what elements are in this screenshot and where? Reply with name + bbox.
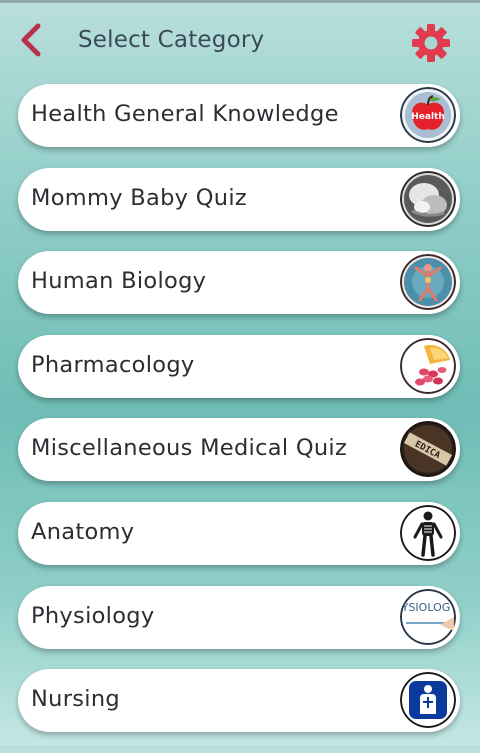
gear-icon (412, 24, 450, 62)
apple-health-icon: Health (400, 87, 456, 143)
category-label: Human Biology (31, 268, 207, 295)
category-health-general-knowledge[interactable]: Health General Knowledge Health (18, 84, 460, 147)
page-title: Select Category (78, 27, 265, 53)
physiology-word-icon: YSIOLOG (400, 588, 456, 645)
category-label: Mommy Baby Quiz (31, 184, 247, 211)
category-label: Pharmacology (31, 351, 195, 378)
svg-text:YSIOLOG: YSIOLOG (401, 601, 451, 614)
app-header: Select Category (0, 3, 480, 77)
anatomy-figure-icon (400, 254, 456, 311)
nurse-sign-icon (400, 672, 456, 729)
category-label: Nursing (31, 686, 120, 713)
settings-button[interactable] (409, 21, 453, 65)
back-button[interactable] (14, 23, 48, 57)
svg-text:Health: Health (411, 112, 445, 122)
category-physiology[interactable]: Physiology YSIOLOG (18, 585, 460, 649)
medical-tiles-icon: EDICA (400, 421, 456, 478)
pills-icon (400, 337, 456, 394)
category-pharmacology[interactable]: Pharmacology (18, 334, 460, 398)
category-miscellaneous-medical-quiz[interactable]: Miscellaneous Medical Quiz EDICA (18, 418, 460, 482)
mother-baby-icon (400, 170, 456, 227)
category-human-biology[interactable]: Human Biology (18, 251, 460, 315)
category-label: Anatomy (31, 518, 135, 545)
category-mommy-baby-quiz[interactable]: Mommy Baby Quiz (18, 167, 460, 231)
category-label: Health General Knowledge (31, 101, 339, 127)
category-label: Physiology (31, 602, 155, 629)
skeleton-icon (400, 504, 456, 561)
category-anatomy[interactable]: Anatomy (18, 501, 460, 565)
chevron-left-icon (21, 23, 41, 57)
category-label: Miscellaneous Medical Quiz (31, 435, 348, 462)
category-list: Health General Knowledge Health Mommy Ba… (18, 84, 460, 753)
category-nursing[interactable]: Nursing (18, 669, 460, 733)
